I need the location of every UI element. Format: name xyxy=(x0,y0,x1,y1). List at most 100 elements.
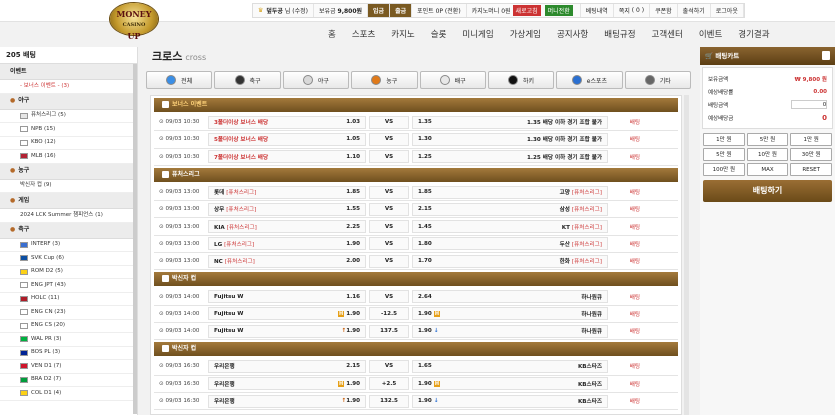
sidebar-item[interactable]: - 보너스 이벤트 - (3) xyxy=(0,80,137,94)
sidebar-item[interactable]: KBO (12) xyxy=(0,137,137,150)
sport-tab[interactable]: 전체 xyxy=(146,71,213,89)
nav-item[interactable]: 스포츠 xyxy=(344,28,383,40)
sidebar-item[interactable]: COL D1 (4) xyxy=(0,387,137,401)
sidebar-item[interactable]: INTERF (3) xyxy=(0,239,137,252)
away-odds-button[interactable]: 1.35 1.35 배당 이하 경기 조합 불가 xyxy=(412,115,608,129)
amount-chip-button[interactable]: 30만 원 xyxy=(790,148,832,161)
amount-chip-button[interactable]: 1만 원 xyxy=(703,133,745,146)
nav-item[interactable]: 배팅규정 xyxy=(596,28,643,40)
sidebar-item[interactable]: NPB (15) xyxy=(0,123,137,137)
sidebar-item[interactable]: 2024 LCK Summer 챔피언스 (1) xyxy=(0,209,137,223)
sidebar-item[interactable]: BRA D2 (7) xyxy=(0,374,137,387)
sidebar-category[interactable]: ● 축구 xyxy=(0,222,137,239)
draw-button[interactable]: VS xyxy=(369,290,409,304)
deposit-button[interactable]: 입금 xyxy=(368,4,391,17)
more-bets-link[interactable]: 배팅 xyxy=(608,310,648,318)
more-bets-link[interactable]: 배팅 xyxy=(608,397,648,405)
logout-link[interactable]: 로그아웃 xyxy=(711,4,744,17)
coupon-link[interactable]: 쿠폰함 xyxy=(650,4,678,17)
sidebar-item[interactable]: VEN D1 (7) xyxy=(0,360,137,374)
amount-chip-button[interactable]: 1만 원 xyxy=(790,133,832,146)
attendance-link[interactable]: 출석하기 xyxy=(678,4,711,17)
sport-tab[interactable]: 야구 xyxy=(282,71,350,89)
sport-tab[interactable]: 하키 xyxy=(487,71,555,89)
more-bets-link[interactable]: 배팅 xyxy=(608,135,648,143)
home-odds-button[interactable]: NC [퓨처스리그] 2.00 xyxy=(208,254,366,268)
sidebar-item[interactable]: ENG CN (23) xyxy=(0,306,137,320)
sidebar-item[interactable]: BOS PL (3) xyxy=(0,347,137,360)
sidebar-item[interactable]: ROM D2 (5) xyxy=(0,266,137,279)
more-bets-link[interactable]: 배팅 xyxy=(608,257,648,265)
nav-item[interactable]: 홈 xyxy=(320,28,344,40)
match-list-scrollbar[interactable] xyxy=(684,95,689,415)
away-odds-button[interactable]: 1.90 H KB스타즈 xyxy=(412,377,608,391)
draw-button[interactable]: VS xyxy=(369,132,409,146)
bet-history-link[interactable]: 베팅내역 xyxy=(581,4,614,17)
sidebar-scrollbar[interactable] xyxy=(133,64,137,414)
more-bets-link[interactable]: 배팅 xyxy=(608,205,648,213)
amount-chip-button[interactable]: 5만 원 xyxy=(746,133,789,146)
home-odds-button[interactable]: 롯데 [퓨처스리그] 1.85 xyxy=(208,185,366,199)
home-odds-button[interactable]: 상무 [퓨처스리그] 1.55 xyxy=(208,202,366,216)
sidebar-item[interactable]: WAL PR (3) xyxy=(0,333,137,347)
more-bets-link[interactable]: 배팅 xyxy=(608,118,648,126)
home-odds-button[interactable]: 우리은행 2.15 xyxy=(208,359,366,373)
draw-button[interactable]: VS xyxy=(369,237,409,251)
more-bets-link[interactable]: 배팅 xyxy=(608,223,648,231)
nav-item[interactable]: 고객센터 xyxy=(644,28,691,40)
sidebar-item[interactable]: MLB (16) xyxy=(0,150,137,164)
nav-item[interactable]: 공지사항 xyxy=(549,28,596,40)
point-display[interactable]: 포인트 0P (전환) xyxy=(412,4,467,17)
nav-item[interactable]: 가상게임 xyxy=(502,28,549,40)
sidebar-item[interactable]: SVK Cup (6) xyxy=(0,252,137,266)
more-bets-link[interactable]: 배팅 xyxy=(608,362,648,370)
more-bets-link[interactable]: 배팅 xyxy=(608,188,648,196)
draw-button[interactable]: VS xyxy=(369,185,409,199)
draw-button[interactable]: VS xyxy=(369,202,409,216)
sidebar-category[interactable]: ● 야구 xyxy=(0,93,137,110)
more-bets-link[interactable]: 배팅 xyxy=(608,240,648,248)
away-odds-button[interactable]: 2.15 삼성 [퓨처스리그] xyxy=(412,202,608,216)
away-odds-button[interactable]: 1.65 KB스타즈 xyxy=(412,359,608,373)
away-odds-button[interactable]: 1.25 1.25 배당 이하 경기 조합 불가 xyxy=(412,150,608,164)
amount-chip-button[interactable]: 5만 원 xyxy=(703,148,745,161)
away-odds-button[interactable]: 1.70 한화 [퓨처스리그] xyxy=(412,254,608,268)
home-odds-button[interactable]: 3폴더이상 보너스 배당 1.03 xyxy=(208,115,366,129)
away-odds-button[interactable]: 1.45 KT [퓨처스리그] xyxy=(412,220,608,234)
sport-tab[interactable]: 배구 xyxy=(419,71,486,89)
home-odds-button[interactable]: 우리은행 ↑1.90 xyxy=(208,394,366,408)
sidebar-category[interactable]: 이벤트 xyxy=(0,64,137,80)
more-bets-link[interactable]: 배팅 xyxy=(608,380,648,388)
home-odds-button[interactable]: KIA [퓨처스리그] 2.25 xyxy=(208,220,366,234)
draw-button[interactable]: VS xyxy=(369,220,409,234)
withdraw-button[interactable]: 출금 xyxy=(390,4,413,17)
sidebar-category[interactable]: ● 농구 xyxy=(0,163,137,180)
amount-chip-button[interactable]: RESET xyxy=(790,163,832,176)
away-odds-button[interactable]: 1.85 고양 [퓨처스리그] xyxy=(412,185,608,199)
sidebar-item[interactable]: 박신자 컵 (9) xyxy=(0,180,137,193)
trash-icon[interactable] xyxy=(822,51,830,60)
nav-item[interactable]: 이벤트 xyxy=(691,28,730,40)
sport-tab[interactable]: e스포츠 xyxy=(556,71,623,89)
nav-item[interactable]: 미니게임 xyxy=(454,28,501,40)
draw-button[interactable]: VS xyxy=(369,115,409,129)
nav-item[interactable]: 슬롯 xyxy=(423,28,455,40)
away-odds-button[interactable]: 1.30 1.30 배당 이하 경기 조합 불가 xyxy=(412,132,608,146)
bet-amount-input[interactable] xyxy=(791,100,827,109)
amount-chip-button[interactable]: 100만 원 xyxy=(703,163,745,176)
away-odds-button[interactable]: 1.90 H 하나원큐 xyxy=(412,307,608,321)
home-odds-button[interactable]: 7폴더이상 보너스 배당 1.10 xyxy=(208,150,366,164)
sidebar-item[interactable]: HOLC (11) xyxy=(0,293,137,306)
place-bet-button[interactable]: 배팅하기 xyxy=(703,180,832,202)
draw-button[interactable]: +2.5 xyxy=(369,377,409,391)
draw-button[interactable]: -12.5 xyxy=(369,307,409,321)
home-odds-button[interactable]: 우리은행 H 1.90 xyxy=(208,377,366,391)
refresh-button[interactable]: 새로고침 xyxy=(512,5,541,16)
sport-tab[interactable]: 기타 xyxy=(624,71,691,89)
messages-link[interactable]: 쪽지 ( 0 ) xyxy=(614,4,651,17)
draw-button[interactable]: VS xyxy=(369,359,409,373)
nav-item[interactable]: 카지노 xyxy=(383,28,422,40)
draw-button[interactable]: VS xyxy=(369,254,409,268)
amount-chip-button[interactable]: 10만 원 xyxy=(746,148,789,161)
more-bets-link[interactable]: 배팅 xyxy=(608,153,648,161)
